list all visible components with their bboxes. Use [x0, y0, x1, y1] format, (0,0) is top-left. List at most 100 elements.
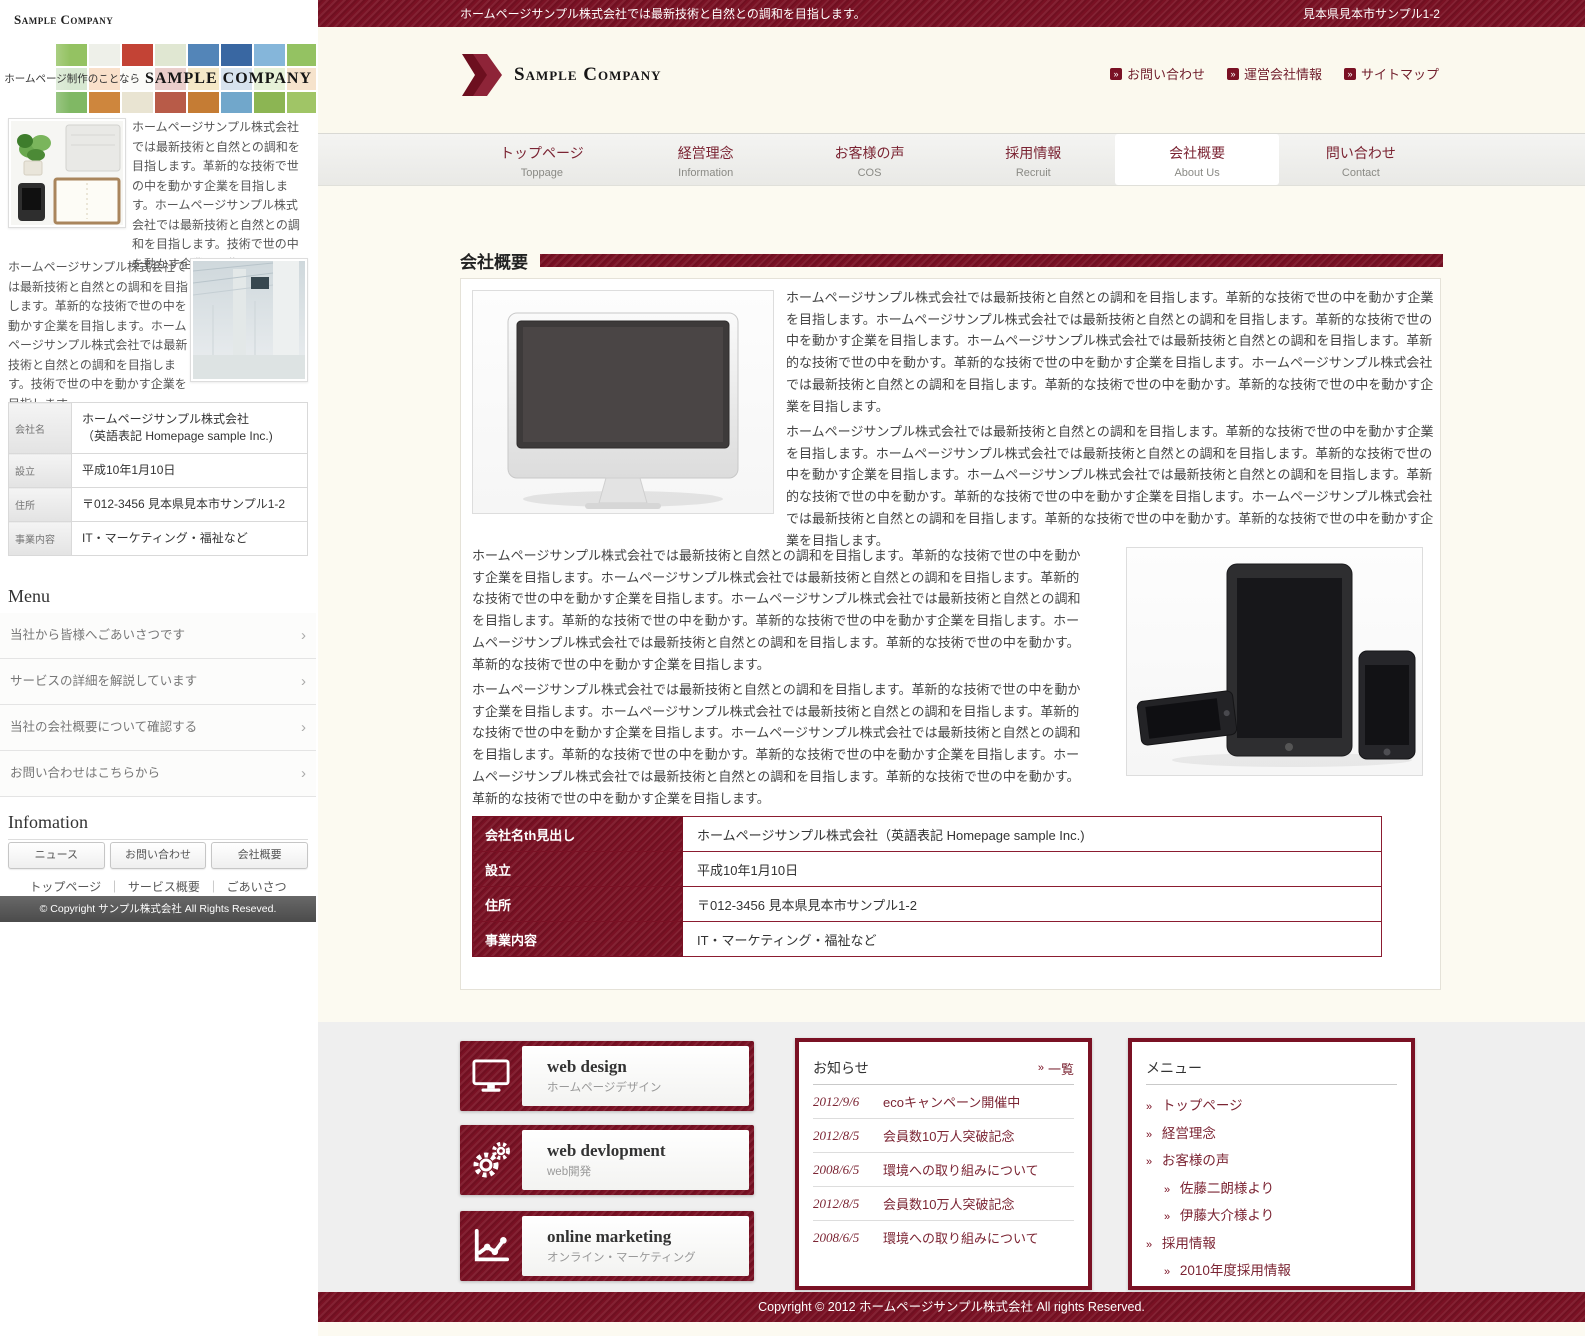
sidebar-banner: ホームページ制作のことなら SAMPLE COMPANY [0, 42, 316, 115]
page-title: 会社概要 [460, 248, 528, 273]
sidebar-menu-item-contact[interactable]: › お問い合わせはこちらから [0, 751, 316, 797]
sidebar-intro-text-2: ホームページサンプル株式会社では最新技術と自然との調和を目指します。革新的な技術… [8, 258, 188, 414]
service-box-online-marketing[interactable]: online marketing オンライン・マーケティング [460, 1211, 754, 1281]
company-overview-table: 会社名th見出し ホームページサンプル株式会社（英語表記 Homepage sa… [472, 816, 1382, 957]
nav-item-about-active[interactable]: 会社概要 About Us [1115, 134, 1279, 185]
news-item[interactable]: 2012/8/5 会員数10万人突破記念 [813, 1119, 1074, 1153]
footer-link-services[interactable]: サービス概要 [128, 880, 200, 894]
bottom-menu-label: お客様の声 [1162, 1153, 1230, 1168]
table-row: 住所 〒012-3456 見本県見本市サンプル1-2 [473, 887, 1382, 922]
menu-item-label: サービスの詳細を解説しています [10, 674, 197, 688]
news-item[interactable]: 2008/6/5 環境への取り組みについて [813, 1153, 1074, 1187]
header-link-sitemap[interactable]: » サイトマップ [1344, 64, 1439, 83]
news-more-label: 一覧 [1048, 1059, 1074, 1078]
nav-label-jp: お客様の声 [788, 143, 952, 163]
footer-link-greeting[interactable]: ごあいさつ [227, 880, 287, 894]
nav-label-jp: 会社概要 [1115, 143, 1279, 163]
arrow-icon: » [1164, 1266, 1170, 1278]
news-date: 2012/8/5 [813, 1196, 873, 1212]
nav-label-en: About Us [1115, 167, 1279, 179]
nav-item-toppage[interactable]: トップページ Toppage [460, 134, 624, 185]
news-more-link[interactable]: » 一覧 [1038, 1059, 1074, 1078]
sidebar-menu-item-about[interactable]: › 当社の会社概要について確認する [0, 705, 316, 751]
news-list: 2012/9/6 ecoキャンペーン開催中 2012/8/5 会員数10万人突破… [799, 1085, 1088, 1254]
row-label: 事業内容 [473, 922, 683, 957]
news-item[interactable]: 2008/6/5 環境への取り組みについて [813, 1221, 1074, 1254]
row-value: 〒012-3456 見本県見本市サンプル1-2 [72, 488, 308, 522]
nav-item-philosophy[interactable]: 経営理念 Information [624, 134, 788, 185]
row-value: 〒012-3456 見本県見本市サンプル1-2 [683, 887, 1382, 922]
row-label: 会社名th見出し [473, 817, 683, 852]
service-panel: web devlopment web開発 [522, 1130, 749, 1190]
bottom-menu-item-sato[interactable]: » 佐藤二朗様より [1146, 1176, 1397, 1204]
nav-item-recruit[interactable]: 採用情報 Recruit [951, 134, 1115, 185]
service-box-web-design[interactable]: web design ホームページデザイン [460, 1041, 754, 1111]
nav-item-voices[interactable]: お客様の声 COS [788, 134, 952, 185]
sidebar-logo: Sample Company [14, 12, 113, 28]
main-footer: Copyright © 2012 ホームページサンプル株式会社 All righ… [318, 1292, 1585, 1322]
table-row: 事業内容 IT・マーケティング・福祉など [9, 522, 308, 556]
bottom-menu-item-recruit-2010[interactable]: » 2010年度採用情報 [1146, 1258, 1397, 1286]
nav-label-jp: 経営理念 [624, 143, 788, 163]
header-link-contact[interactable]: » お問い合わせ [1110, 64, 1205, 83]
main-navigation: トップページ Toppage 経営理念 Information お客様の声 CO… [318, 133, 1585, 186]
arrow-icon: » [1146, 1239, 1152, 1251]
nav-label-en: Contact [1279, 167, 1443, 179]
bottom-menu-title: メニュー [1146, 1058, 1202, 1078]
row-label: 事業内容 [9, 522, 72, 556]
service-box-web-development[interactable]: web devlopment web開発 [460, 1125, 754, 1195]
news-header: お知らせ » 一覧 [813, 1052, 1074, 1085]
news-text: 環境への取り組みについて [883, 1228, 1039, 1247]
row-value: ホームページサンプル株式会社（英語表記 Homepage sample Inc.… [683, 817, 1382, 852]
site-logo[interactable]: Sample Company [460, 52, 662, 98]
logo-text: Sample Company [514, 64, 662, 86]
tablet-devices-image [1126, 547, 1423, 776]
bottom-menu-box: メニュー » トップページ » 経営理念 » お客様の声 » 佐藤二朗様より » [1128, 1038, 1415, 1290]
nav-label-jp: トップページ [460, 143, 624, 163]
bottom-menu-label: 佐藤二朗様より [1180, 1181, 1274, 1196]
banner-brand-text: SAMPLE COMPANY [145, 70, 312, 88]
body-paragraph: ホームページサンプル株式会社では最新技術と自然との調和を目指します。革新的な技術… [786, 421, 1434, 551]
bottom-menu-item-recruit[interactable]: » 採用情報 [1146, 1231, 1397, 1259]
footer-link-top[interactable]: トップページ [29, 880, 101, 894]
monitor-image [472, 290, 774, 514]
news-button[interactable]: ニュース [8, 842, 105, 869]
table-row: 会社名 ホームページサンプル株式会社 （英語表記 Homepage sample… [9, 403, 308, 454]
header-link-label: 運営会社情報 [1244, 64, 1322, 83]
news-text: 環境への取り組みについて [883, 1160, 1039, 1179]
sidebar-copyright: © Copyright サンプル株式会社 All Rights Reseved. [0, 896, 316, 922]
bottom-menu-label: 採用情報 [1162, 1236, 1216, 1251]
sidebar-intro-text-1: ホームページサンプル株式会社では最新技術と自然との調和を目指します。革新的な技術… [132, 118, 308, 274]
company-button[interactable]: 会社概要 [211, 842, 308, 869]
arrow-icon: » [1038, 1062, 1044, 1074]
nav-item-contact[interactable]: 問い合わせ Contact [1279, 134, 1443, 185]
bottom-menu-item-ito[interactable]: » 伊藤大介様より [1146, 1203, 1397, 1231]
chevron-right-icon: › [301, 751, 306, 796]
news-item[interactable]: 2012/8/5 会員数10万人突破記念 [813, 1187, 1074, 1221]
sidebar-menu-item-greeting[interactable]: › 当社から皆様へごあいさつです [0, 613, 316, 659]
monitor-icon [468, 1051, 514, 1101]
header-link-label: お問い合わせ [1127, 64, 1205, 83]
office-photo [190, 258, 308, 382]
sidebar-footer-links: トップページ ｜ サービス概要 ｜ ごあいさつ [0, 878, 316, 895]
bottom-section: web design ホームページデザイン web devlopment web… [318, 1022, 1585, 1292]
service-title: online marketing [547, 1227, 749, 1247]
bottom-menu-item-top[interactable]: » トップページ [1146, 1093, 1397, 1121]
sidebar: Sample Company ホームページ制作 [0, 0, 316, 1336]
news-date: 2008/6/5 [813, 1162, 873, 1178]
topbar-address-text: 見本県見本市サンプル1-2 [1303, 5, 1440, 22]
bottom-menu-item-philosophy[interactable]: » 経営理念 [1146, 1121, 1397, 1149]
arrow-square-icon: » [1110, 68, 1122, 80]
title-decoration-bar [540, 254, 1443, 267]
sidebar-menu-item-services[interactable]: › サービスの詳細を解説しています [0, 659, 316, 705]
header-link-operator[interactable]: » 運営会社情報 [1227, 64, 1322, 83]
news-text: 会員数10万人突破記念 [883, 1126, 1014, 1145]
news-item[interactable]: 2012/9/6 ecoキャンペーン開催中 [813, 1085, 1074, 1119]
table-row: 設立 平成10年1月10日 [473, 852, 1382, 887]
bottom-menu-item-voices[interactable]: » お客様の声 [1146, 1148, 1397, 1176]
table-row: 事業内容 IT・マーケティング・福祉など [473, 922, 1382, 957]
contact-button[interactable]: お問い合わせ [110, 842, 207, 869]
chevron-right-icon: › [301, 613, 306, 658]
arrow-icon: » [1164, 1211, 1170, 1223]
arrow-square-icon: » [1344, 68, 1356, 80]
